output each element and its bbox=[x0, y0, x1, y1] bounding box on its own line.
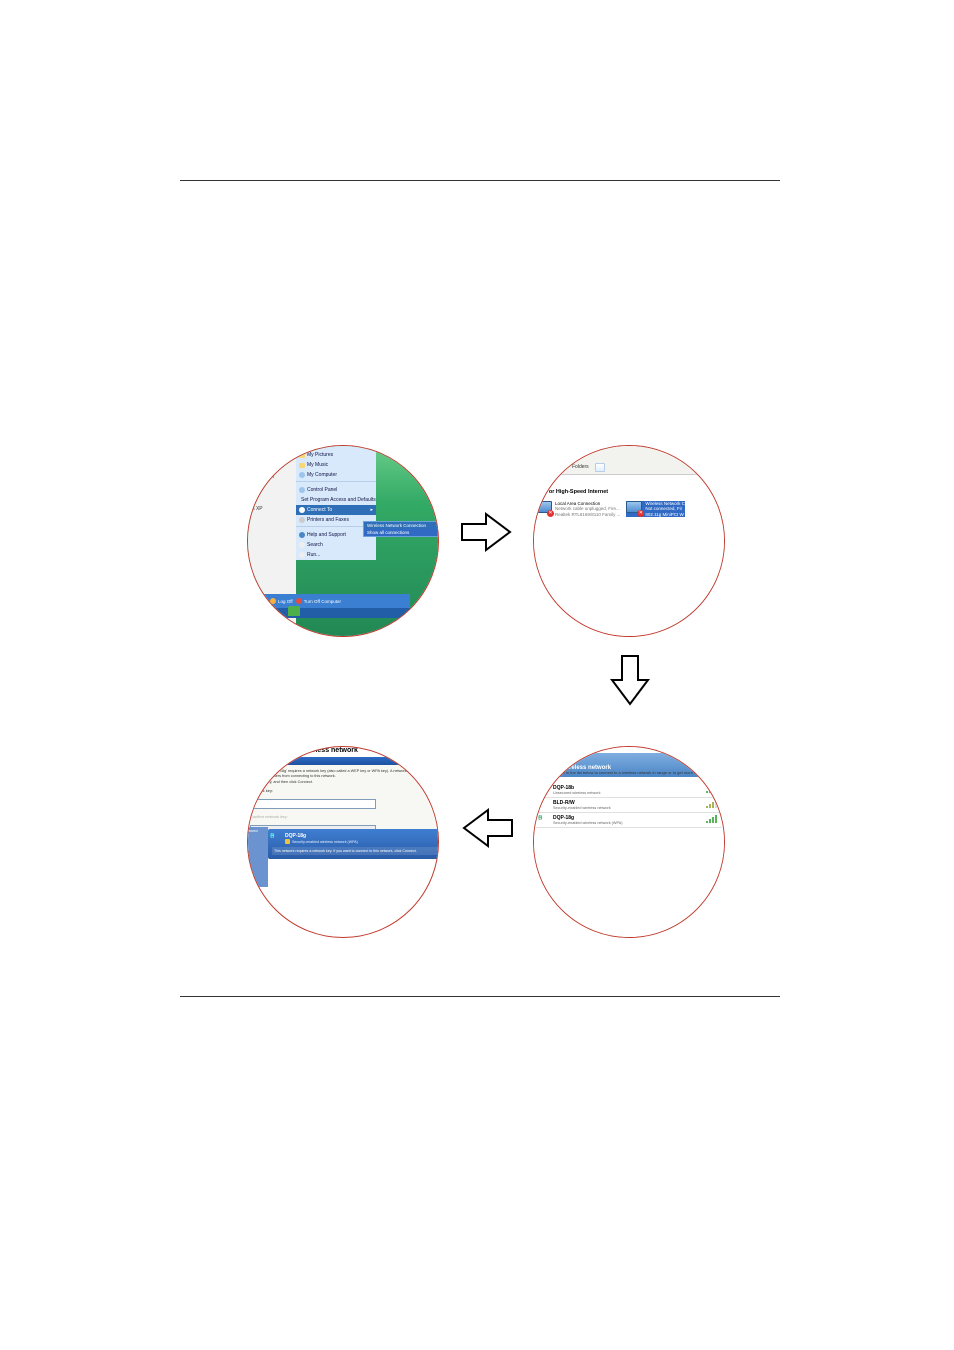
computer-icon bbox=[299, 472, 305, 478]
antenna-icon bbox=[540, 800, 550, 810]
lock-icon bbox=[285, 839, 290, 844]
folder-icon bbox=[299, 453, 305, 458]
item-status: Not connected, Fir bbox=[645, 506, 685, 511]
menu-control-panel[interactable]: Control Panel bbox=[296, 485, 376, 495]
taskbar[interactable]: indows Media Player bbox=[247, 608, 439, 618]
menu-search[interactable]: Search bbox=[296, 540, 376, 550]
disconnected-icon: ✕ bbox=[547, 510, 554, 517]
taskbar-item[interactable]: indows Media Player bbox=[247, 609, 277, 614]
network-key-input[interactable] bbox=[250, 799, 376, 809]
menu-program-access[interactable]: Set Program Access and Defaults bbox=[296, 495, 376, 505]
menu-run[interactable]: Run... bbox=[296, 550, 376, 560]
connect-to-submenu: Wireless Network Connection Show all con… bbox=[363, 521, 439, 537]
antenna-icon bbox=[540, 785, 550, 795]
label-confirm-key: Confirm network key: bbox=[250, 814, 438, 819]
signal-icon bbox=[706, 785, 718, 793]
folders-icon bbox=[560, 465, 566, 470]
arrow-down-icon bbox=[608, 654, 652, 708]
selected-network-panel[interactable]: DQP-18g Security-enabled wireless networ… bbox=[268, 829, 439, 859]
left-item[interactable]: ress bbox=[247, 520, 296, 530]
section-header: LAN or High-Speed Internet bbox=[533, 486, 725, 498]
power-icon bbox=[296, 598, 302, 604]
logoff-icon bbox=[270, 598, 276, 604]
screenshot-network-connections: Help Folders LAN or High-Speed Internet … bbox=[533, 445, 725, 637]
item-adapter: 802.11g MiniPCI W bbox=[645, 512, 685, 517]
network-desc: Security-enabled wireless network bbox=[553, 806, 703, 810]
signal-icon bbox=[706, 800, 718, 808]
toolbar: Folders bbox=[533, 460, 725, 475]
arrow-left-icon bbox=[460, 806, 514, 850]
item-status: Network cable unplugged, Fire... bbox=[555, 506, 620, 511]
item-adapter: Realtek RTL8169/8110 Family ... bbox=[555, 512, 620, 517]
signal-icon bbox=[706, 815, 718, 823]
left-tasks-panel: Advanced bbox=[247, 827, 268, 887]
left-link[interactable]: Advanced bbox=[247, 827, 268, 835]
dialog-titlebar: ss Network Connection bbox=[247, 757, 439, 765]
logoff-button[interactable]: Log Off bbox=[270, 598, 293, 604]
dialog-desc: he network 'DQP-18g' requires a network … bbox=[250, 769, 438, 778]
submenu-wireless[interactable]: Wireless Network Connection bbox=[364, 522, 439, 529]
menu-my-music[interactable]: My Music bbox=[296, 460, 376, 470]
start-button[interactable] bbox=[288, 606, 300, 616]
connect-icon bbox=[299, 507, 305, 513]
control-panel-icon bbox=[299, 487, 305, 493]
label-network-key: Network key: bbox=[250, 788, 438, 793]
panel-heading: Choose a wireless network bbox=[268, 747, 358, 754]
folder-icon bbox=[299, 463, 305, 468]
lan-connection-item[interactable]: ✕ Local Area Connection Network cable un… bbox=[536, 501, 620, 517]
views-button[interactable] bbox=[595, 463, 605, 472]
rule-bottom bbox=[180, 996, 780, 997]
lan-section: LAN or High-Speed Internet ✕ Local Area … bbox=[533, 486, 725, 520]
menu-my-pictures[interactable]: My Pictures bbox=[296, 450, 376, 460]
rule-top bbox=[180, 180, 780, 181]
left-item[interactable]: at Screenhunter bbox=[247, 472, 296, 482]
folders-button[interactable]: Folders bbox=[572, 464, 589, 470]
folder-icon bbox=[299, 445, 305, 448]
screenshot-choose-network: oose a wireless network Click an item in… bbox=[533, 746, 725, 938]
screenshot-network-key: Choose a wireless network ss Network Con… bbox=[247, 746, 439, 938]
start-bottom: Log Off Turn Off Computer bbox=[247, 594, 410, 608]
submenu-show-all[interactable]: Show all connections bbox=[364, 529, 439, 536]
left-item[interactable]: Media Player bbox=[247, 456, 296, 466]
wireless-connection-item[interactable]: ✕ Wireless Network C Not connected, Fir … bbox=[626, 501, 685, 517]
network-desc: Unsecured wireless network bbox=[553, 791, 703, 795]
arrow-right-icon bbox=[460, 510, 514, 554]
menu-help-item[interactable]: Help bbox=[564, 449, 574, 455]
network-icon: ✕ bbox=[626, 501, 642, 515]
network-desc: Security-enabled wireless network (WPA) bbox=[553, 821, 703, 825]
help-icon bbox=[299, 532, 305, 538]
left-item[interactable]: layer bbox=[247, 488, 296, 498]
search-icon bbox=[299, 542, 305, 548]
network-list: DQP-18bUnsecured wireless network BLD-R/… bbox=[536, 783, 722, 828]
dialog-desc2: Type the key, and then click Connect. bbox=[250, 780, 438, 785]
network-item[interactable]: DQP-18bUnsecured wireless network bbox=[536, 783, 722, 798]
menu-connect-to[interactable]: Connect To▸ bbox=[296, 505, 376, 515]
antenna-icon bbox=[540, 815, 550, 825]
network-annotation: This network requires a network key. If … bbox=[272, 847, 439, 855]
left-item[interactable]: indows XP bbox=[247, 504, 296, 514]
menu-my-computer[interactable]: My Computer bbox=[296, 470, 376, 480]
panel-desc: Click an item in the list below to conne… bbox=[536, 769, 725, 778]
network-item[interactable]: BLD-R/WSecurity-enabled wireless network bbox=[536, 798, 722, 813]
run-icon bbox=[299, 552, 305, 558]
network-icon: ✕ bbox=[536, 501, 552, 515]
menubar: Help bbox=[533, 446, 725, 461]
screenshot-start-menu: ansfer Media Player at Screenhunter laye… bbox=[247, 445, 439, 637]
antenna-icon bbox=[272, 833, 282, 843]
disconnected-icon: ✕ bbox=[637, 510, 644, 517]
network-item[interactable]: DQP-18gSecurity-enabled wireless network… bbox=[536, 813, 722, 828]
turnoff-button[interactable]: Turn Off Computer bbox=[296, 598, 341, 604]
printer-icon bbox=[299, 517, 305, 523]
network-security-line: Security-enabled wireless network (WPA) bbox=[285, 839, 439, 844]
start-right-column: My Recent Documents ▸ My Pictures My Mus… bbox=[296, 445, 376, 560]
